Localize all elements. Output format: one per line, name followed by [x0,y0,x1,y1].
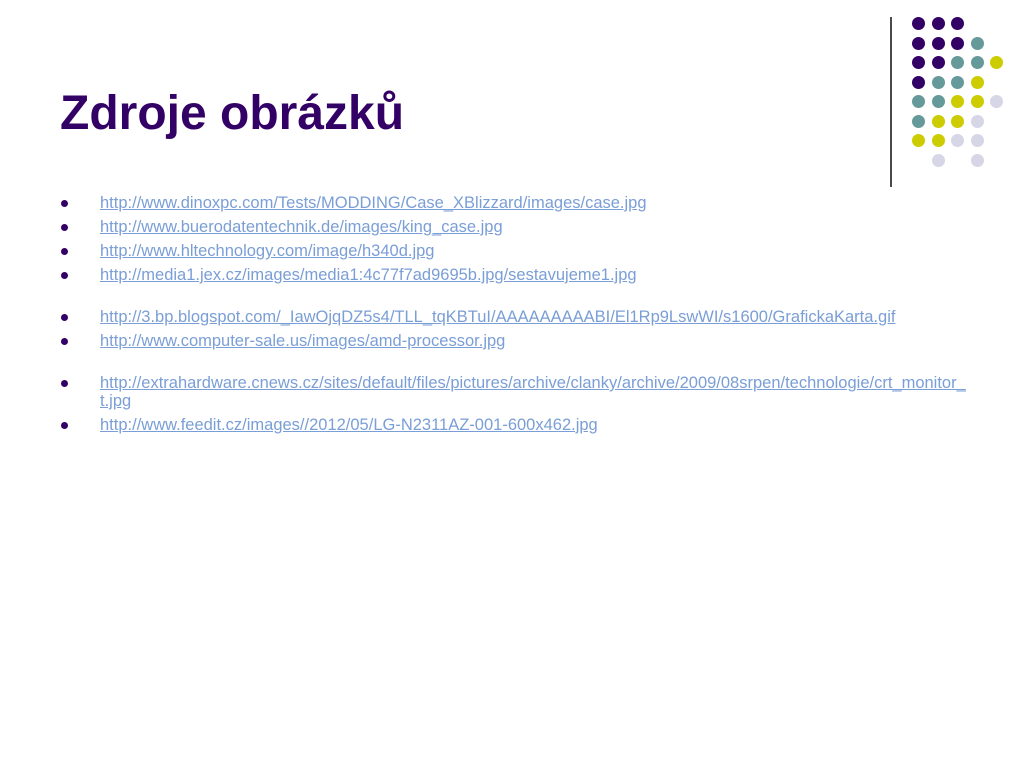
decorative-dot [970,95,984,108]
list-item: http://media1.jex.cz/images/media1:4c77f… [60,266,970,284]
source-link[interactable]: http://www.feedit.cz/images//2012/05/LG-… [100,416,598,434]
slide: Zdroje obrázků http://www.dinoxpc.com/Te… [0,0,1024,768]
bullet-icon [61,200,68,207]
source-link[interactable]: http://www.dinoxpc.com/Tests/MODDING/Cas… [100,194,647,212]
decorative-dot [912,75,925,89]
bullet-icon [61,422,68,429]
decorative-dot [931,17,945,30]
title-divider-line [890,17,892,187]
decorative-dot [931,95,945,108]
list-item: http://www.feedit.cz/images//2012/05/LG-… [60,416,970,434]
source-link[interactable]: http://media1.jex.cz/images/media1:4c77f… [100,266,637,284]
decorative-dot [970,153,984,167]
list-item: http://www.hltechnology.com/image/h340d.… [60,242,970,260]
decorative-dot [970,114,984,128]
decorative-dot [912,56,925,69]
decorative-dot [951,134,964,147]
decorative-dot [970,75,984,89]
list-item: http://3.bp.blogspot.com/_IawOjqDZ5s4/TL… [60,308,970,326]
decorative-dot [931,114,945,128]
decorative-dot [931,134,945,147]
decorative-dot [951,17,964,30]
decorative-dot [931,153,945,167]
source-link[interactable]: http://www.buerodatentechnik.de/images/k… [100,218,503,236]
bullet-icon [61,272,68,279]
decorative-dot [951,36,964,50]
bullet-icon [61,224,68,231]
decorative-dot [951,114,964,128]
list-item: http://www.computer-sale.us/images/amd-p… [60,332,970,350]
decorative-dot [970,56,984,69]
slide-title: Zdroje obrázků [60,87,405,140]
decorative-dot [951,95,964,108]
decorative-dot [970,134,984,147]
bullet-icon [61,248,68,255]
decorative-dot [931,36,945,50]
decorative-dot [912,36,925,50]
source-link[interactable]: http://www.computer-sale.us/images/amd-p… [100,332,505,350]
decorative-dot [990,95,1003,108]
decorative-dot [912,17,925,30]
bullet-icon [61,314,68,321]
image-source-list: http://www.dinoxpc.com/Tests/MODDING/Cas… [60,194,970,440]
decorative-dot [912,95,925,108]
source-link[interactable]: http://www.hltechnology.com/image/h340d.… [100,242,434,260]
decorative-dot [912,134,925,147]
bullet-icon [61,338,68,345]
list-item: http://www.buerodatentechnik.de/images/k… [60,218,970,236]
decorative-dot [912,114,925,128]
list-item: http://extrahardware.cnews.cz/sites/defa… [60,374,970,410]
source-link[interactable]: http://extrahardware.cnews.cz/sites/defa… [100,374,966,410]
decorative-dot [951,56,964,69]
source-link[interactable]: http://3.bp.blogspot.com/_IawOjqDZ5s4/TL… [100,308,895,326]
decorative-dot [951,75,964,89]
decorative-dot [931,75,945,89]
list-item: http://www.dinoxpc.com/Tests/MODDING/Cas… [60,194,970,212]
decorative-dot [990,56,1003,69]
decorative-dot [970,36,984,50]
bullet-icon [61,380,68,387]
decorative-dot [931,56,945,69]
